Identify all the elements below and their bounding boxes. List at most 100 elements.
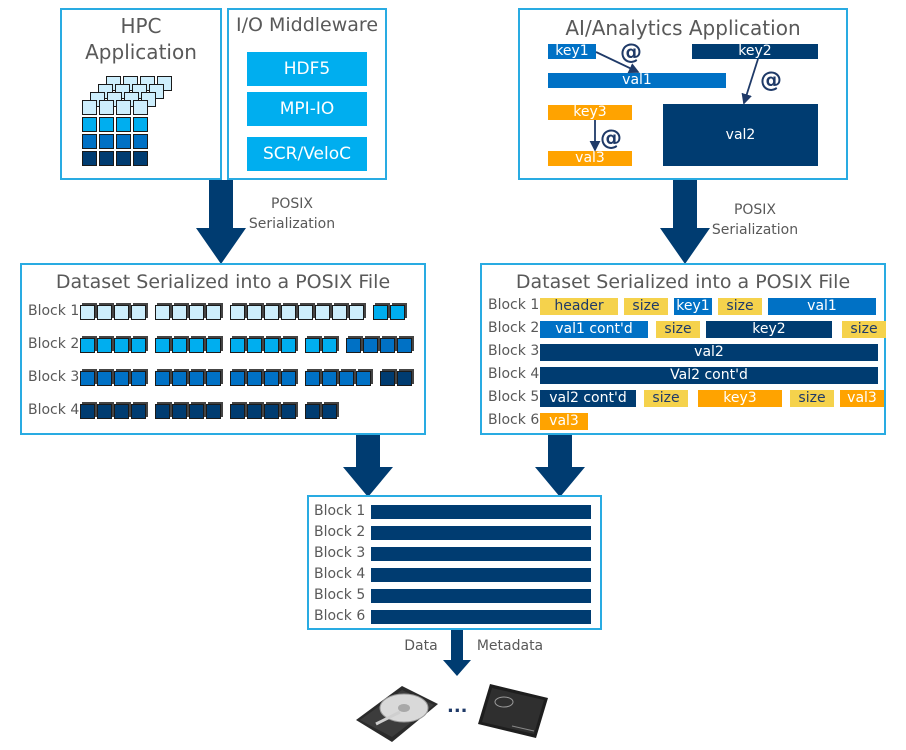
data-cube — [172, 305, 187, 320]
ssd-icon — [478, 684, 548, 738]
block-segment-yellow: size — [842, 321, 886, 338]
cube-unit — [99, 151, 114, 166]
cube-unit — [82, 100, 97, 115]
data-cube — [247, 371, 262, 386]
cube-unit — [116, 151, 131, 166]
storage-block-label: Block 2 — [314, 524, 366, 540]
data-cube — [349, 305, 364, 320]
left-block-label: Block 1 — [28, 303, 80, 319]
data-cube — [305, 404, 320, 419]
data-cube — [247, 404, 262, 419]
data-cube — [155, 404, 170, 419]
data-cube — [281, 338, 296, 353]
middleware-hdf5: HDF5 — [247, 52, 367, 86]
arrow-down-right-storage — [535, 435, 585, 497]
data-cube — [230, 404, 245, 419]
left-serialized-title: Dataset Serialized into a POSIX File — [55, 271, 391, 293]
data-cube — [356, 371, 371, 386]
data-cube — [80, 305, 95, 320]
storage-block-bar — [371, 547, 591, 561]
left-posix-label-line1: POSIX — [270, 196, 314, 212]
ai-val1: val1 — [548, 73, 726, 88]
hpc-title-line2: Application — [85, 40, 197, 64]
hpc-title-line1: HPC — [120, 14, 162, 38]
data-cube — [315, 305, 330, 320]
ai-key1: key1 — [548, 44, 596, 59]
data-cube — [230, 305, 245, 320]
arrow-down-left-posix — [196, 180, 246, 264]
right-block-label: Block 5 — [488, 389, 540, 405]
storage-block-bar — [371, 589, 591, 603]
left-block-label: Block 4 — [28, 402, 80, 418]
cube-unit — [82, 151, 97, 166]
cube-unit — [99, 117, 114, 132]
middleware-mpi-io: MPI-IO — [247, 92, 367, 126]
data-cube — [114, 338, 129, 353]
middleware-scr-veloc: SCR/VeloC — [247, 137, 367, 171]
data-cube — [189, 371, 204, 386]
data-cube — [264, 371, 279, 386]
data-cube — [155, 305, 170, 320]
storage-block-label: Block 3 — [314, 545, 366, 561]
data-cube — [264, 305, 279, 320]
block-segment-yellow: size — [656, 321, 700, 338]
data-cube — [114, 371, 129, 386]
data-cube — [305, 371, 320, 386]
data-cube — [189, 338, 204, 353]
data-cube — [97, 305, 112, 320]
right-serialized-title: Dataset Serialized into a POSIX File — [515, 271, 851, 293]
data-cube — [247, 338, 262, 353]
middleware-title: I/O Middleware — [235, 14, 379, 36]
data-cube — [189, 305, 204, 320]
data-cube — [230, 371, 245, 386]
data-cube — [346, 338, 361, 353]
data-cube — [114, 305, 129, 320]
right-block-label: Block 3 — [488, 343, 540, 359]
right-block-label: Block 1 — [488, 297, 540, 313]
cube-unit — [99, 134, 114, 149]
data-cube-icon — [82, 70, 202, 170]
data-cube — [322, 404, 337, 419]
cube-unit — [133, 100, 148, 115]
data-cube — [322, 371, 337, 386]
ai-analytics-box: AI/Analytics Application key1 val1 key2 … — [518, 8, 848, 180]
storage-block-label: Block 5 — [314, 587, 366, 603]
cube-unit — [149, 118, 164, 133]
block-segment-navy: Val2 cont'd — [540, 367, 878, 384]
storage-block-bar — [371, 505, 591, 519]
ai-at-symbol-2: @ — [760, 68, 782, 93]
data-cube — [397, 371, 412, 386]
data-cube — [114, 404, 129, 419]
cube-unit — [157, 110, 172, 125]
ai-key3: key3 — [548, 105, 632, 120]
ai-title: AI/Analytics Application — [565, 16, 801, 40]
data-cube — [332, 305, 347, 320]
data-cube — [264, 404, 279, 419]
block-segment-navy: key2 — [706, 321, 832, 338]
data-cube — [155, 338, 170, 353]
right-block-label: Block 4 — [488, 366, 540, 382]
ai-at-symbol-1: @ — [620, 40, 642, 65]
data-cube — [380, 338, 395, 353]
data-cube — [380, 371, 395, 386]
right-posix-label-line1: POSIX — [733, 202, 777, 218]
left-block-label: Block 3 — [28, 369, 80, 385]
cube-unit — [82, 117, 97, 132]
right-posix-label: POSIX Serialization — [700, 200, 810, 240]
data-cube — [131, 305, 146, 320]
left-serialized-box: Dataset Serialized into a POSIX File Blo… — [20, 263, 426, 435]
storage-block-label: Block 1 — [314, 503, 366, 519]
data-cube — [281, 305, 296, 320]
cube-unit — [157, 127, 172, 142]
data-cube — [230, 338, 245, 353]
data-cube — [390, 305, 405, 320]
left-posix-label-line2: Serialization — [248, 216, 336, 232]
cube-unit — [99, 100, 114, 115]
data-cube — [155, 371, 170, 386]
data-cube — [373, 305, 388, 320]
storage-blocks-box: Block 1 Block 2 Block 3 Block 4 Block 5 Block… — [307, 495, 602, 630]
data-cube — [97, 404, 112, 419]
block-segment-navy: val2 — [540, 344, 878, 361]
cube-unit — [116, 134, 131, 149]
data-cube — [97, 371, 112, 386]
